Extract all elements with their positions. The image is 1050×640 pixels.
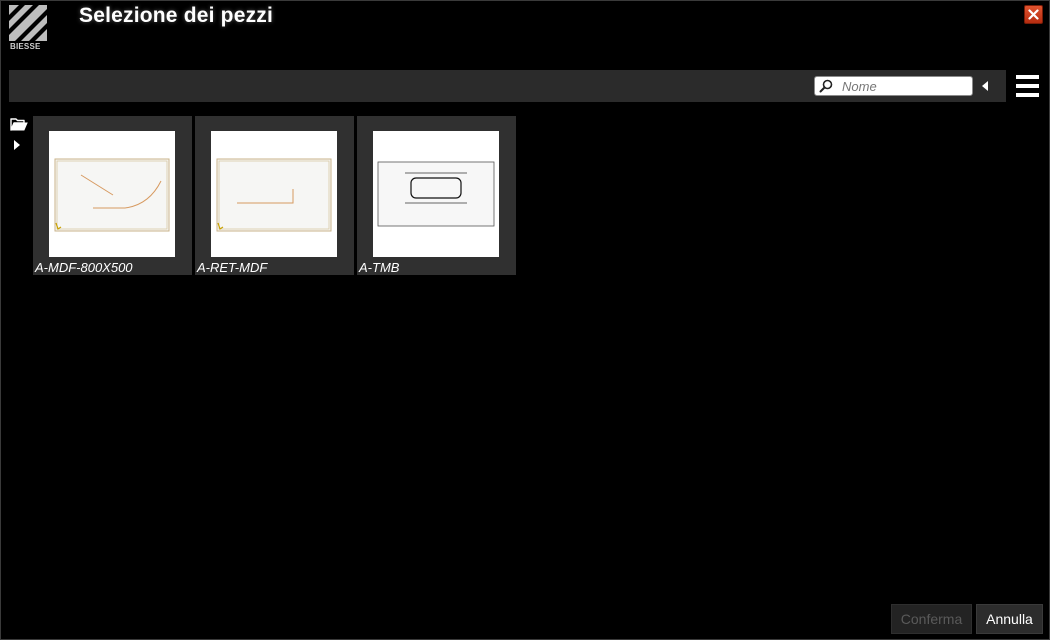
piece-thumbnail — [211, 131, 337, 257]
piece-name: A-MDF-800X500 — [35, 260, 133, 275]
piece-tile[interactable]: A-RET-MDF — [195, 116, 354, 275]
close-button[interactable] — [1024, 5, 1043, 24]
piece-tile[interactable]: A-MDF-800X500 — [33, 116, 192, 275]
piece-thumbnail — [49, 131, 175, 257]
biesse-logo: BIESSE — [9, 5, 49, 53]
pieces-grid: A-MDF-800X500 A-RET-MDF A-TMB — [33, 116, 516, 275]
piece-preview-image — [54, 158, 170, 232]
menu-bar — [1016, 75, 1039, 79]
triangle-right-icon — [14, 140, 20, 150]
piece-tile[interactable]: A-TMB — [357, 116, 516, 275]
logo-text: BIESSE — [10, 42, 41, 51]
window-title: Selezione dei pezzi — [79, 4, 274, 27]
search-box[interactable] — [814, 76, 973, 96]
biesse-logo-mark — [9, 5, 47, 41]
menu-bar — [1016, 93, 1039, 97]
confirm-button[interactable]: Conferma — [891, 604, 972, 634]
piece-preview-image — [377, 161, 495, 227]
collapse-search-button[interactable] — [980, 79, 990, 93]
piece-name: A-RET-MDF — [197, 260, 268, 275]
piece-name: A-TMB — [359, 260, 400, 275]
search-input[interactable] — [837, 78, 967, 94]
triangle-left-icon — [982, 81, 988, 91]
expand-folder-button[interactable] — [14, 137, 22, 150]
hamburger-menu-button[interactable] — [1015, 73, 1040, 99]
piece-thumbnail — [373, 131, 499, 257]
piece-selection-window: BIESSE Selezione dei pezzi Nome A-MDF-80… — [0, 0, 1050, 640]
cancel-button[interactable]: Annulla — [976, 604, 1043, 634]
toolbar — [9, 70, 1006, 102]
piece-preview-image — [216, 158, 332, 232]
search-icon — [815, 77, 837, 95]
close-icon — [1028, 9, 1039, 20]
open-folder-icon[interactable] — [10, 117, 28, 131]
menu-bar — [1016, 84, 1039, 88]
